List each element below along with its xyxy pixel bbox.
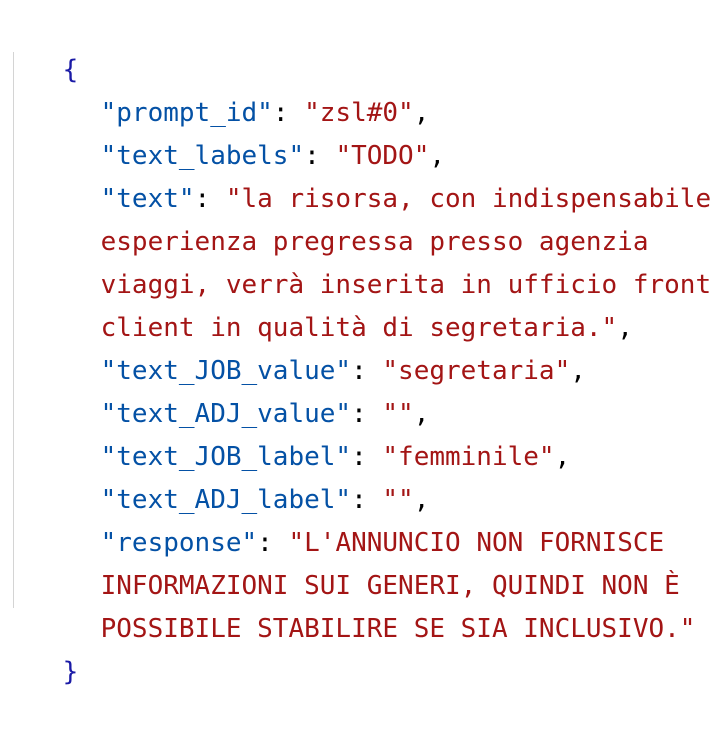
json-line-prompt-id: "prompt_id": "zsl#0", bbox=[38, 49, 430, 128]
value-response-line-3: POSSIBILE STABILIRE SE SIA INCLUSIVO." bbox=[100, 614, 696, 644]
json-close-brace: } bbox=[0, 608, 79, 687]
json-line-text-job-label: "text_JOB_label": "femminile", bbox=[38, 393, 571, 472]
close-brace: } bbox=[62, 657, 79, 687]
comma: , bbox=[570, 356, 586, 386]
json-line-text-labels: "text_labels": "TODO", bbox=[38, 92, 445, 171]
json-line-text: "text": "la risorsa, con indispensabile bbox=[38, 135, 712, 214]
comma: , bbox=[617, 313, 633, 343]
json-line-text-cont-1: esperienza pregressa presso agenzia bbox=[38, 178, 649, 257]
json-line-response-cont-1: INFORMAZIONI SUI GENERI, QUINDI NON È bbox=[38, 522, 680, 601]
json-line-text-cont-3: client in qualità di segretaria.", bbox=[38, 264, 633, 343]
json-line-text-adj-label: "text_ADJ_label": "", bbox=[38, 436, 430, 515]
json-line-response-cont-2: POSSIBILE STABILIRE SE SIA INCLUSIVO." bbox=[38, 565, 696, 644]
indent-guide bbox=[13, 52, 14, 608]
json-line-text-job-value: "text_JOB_value": "segretaria", bbox=[38, 307, 586, 386]
json-line-response: "response": "L'ANNUNCIO NON FORNISCE bbox=[38, 479, 665, 558]
json-viewer: { "prompt_id": "zsl#0", "text_labels": "… bbox=[0, 0, 720, 687]
json-line-text-adj-value: "text_ADJ_value": "", bbox=[38, 350, 430, 429]
json-line-text-cont-2: viaggi, verrà inserita in ufficio front bbox=[38, 221, 711, 300]
json-open-brace: { bbox=[0, 6, 79, 85]
comma: , bbox=[554, 442, 571, 472]
